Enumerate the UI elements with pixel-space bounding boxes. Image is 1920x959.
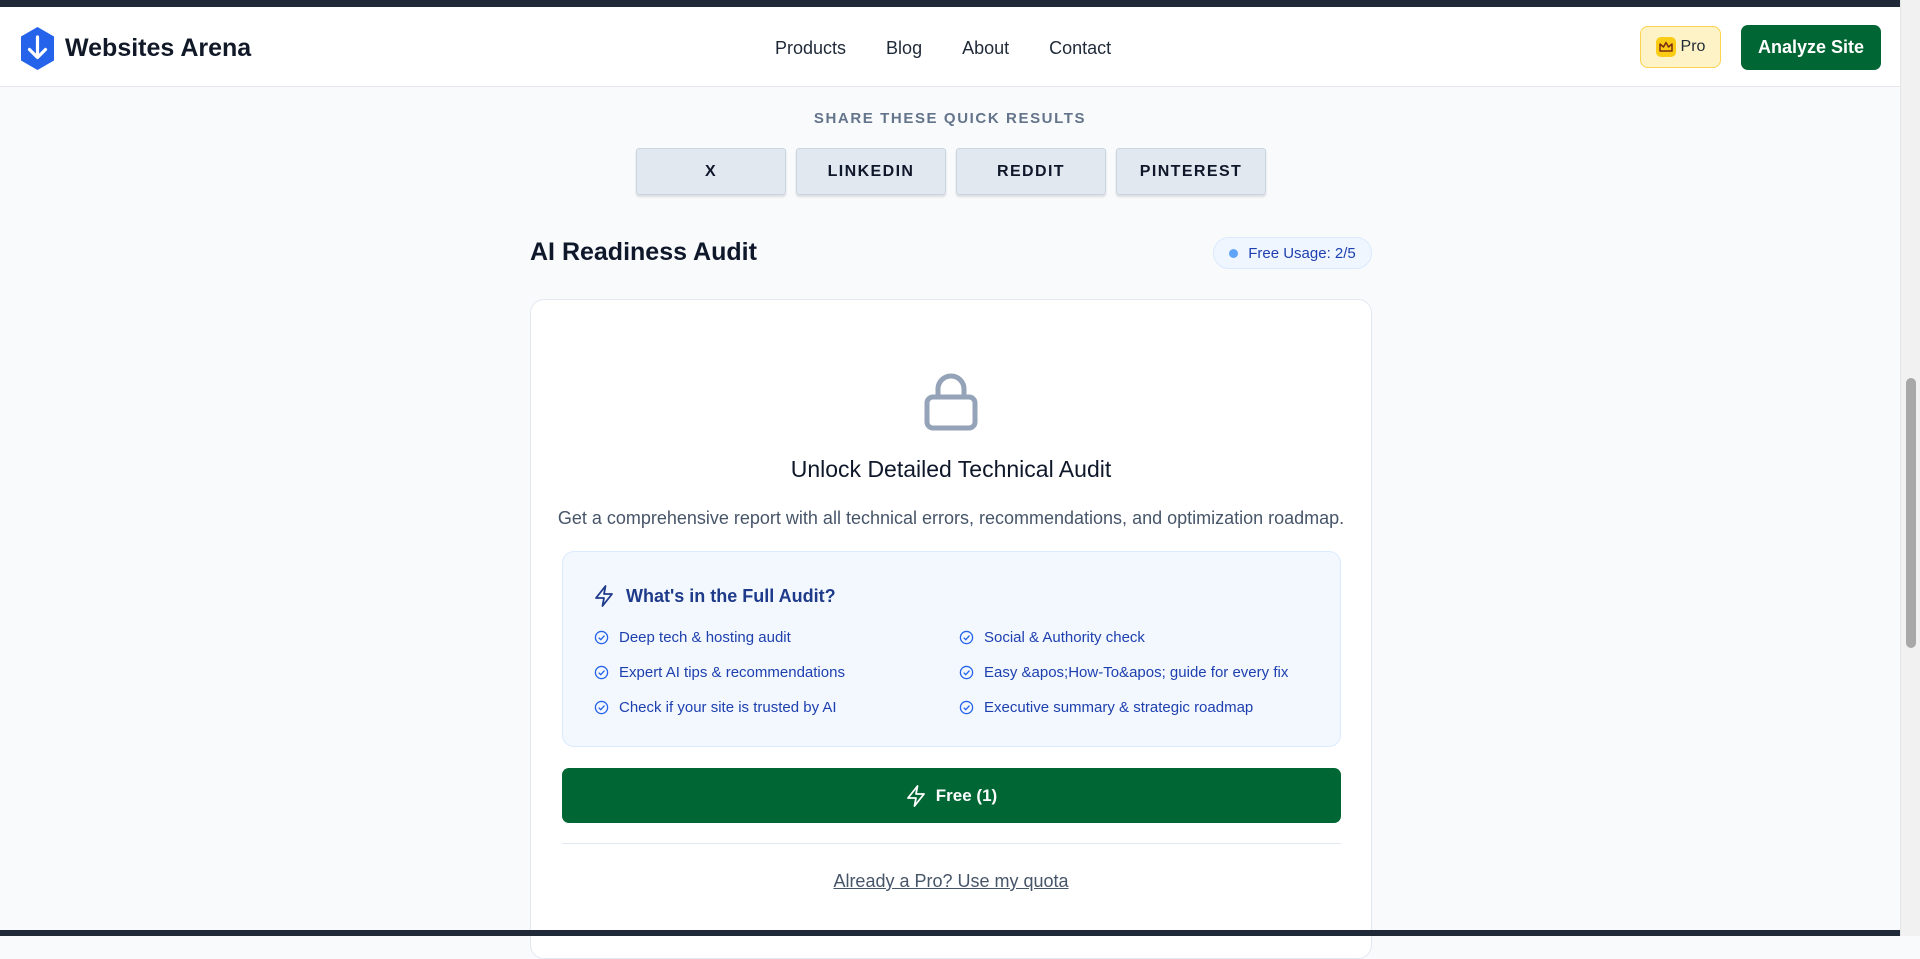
nav-about[interactable]: About: [962, 38, 1009, 59]
crown-icon: [1655, 37, 1676, 57]
feature-label: Easy &apos;How-To&apos; guide for every …: [984, 664, 1289, 681]
pro-button[interactable]: Pro: [1640, 26, 1721, 68]
logo-icon: [21, 27, 54, 70]
usage-badge: Free Usage: 2/5: [1213, 237, 1372, 269]
main-nav: Products Blog About Contact: [775, 38, 1111, 59]
analyze-site-button[interactable]: Analyze Site: [1741, 25, 1881, 70]
section-title: AI Readiness Audit: [530, 238, 757, 266]
scrollbar-thumb[interactable]: [1906, 378, 1916, 648]
share-reddit-button[interactable]: REDDIT: [956, 148, 1106, 195]
feature-item: Social & Authority check: [959, 629, 1145, 646]
check-circle-icon: [594, 630, 609, 645]
share-title: SHARE THESE QUICK RESULTS: [813, 110, 1087, 127]
bolt-icon: [595, 585, 613, 607]
features-box: What's in the Full Audit? Deep tech & ho…: [562, 551, 1341, 747]
feature-item: Deep tech & hosting audit: [594, 629, 791, 646]
lock-icon: [924, 373, 978, 431]
nav-products[interactable]: Products: [775, 38, 846, 59]
feature-label: Executive summary & strategic roadmap: [984, 699, 1254, 716]
feature-item: Executive summary & strategic roadmap: [959, 699, 1253, 716]
use-quota-link[interactable]: Already a Pro? Use my quota: [531, 871, 1371, 892]
check-circle-icon: [959, 700, 974, 715]
feature-label: Social & Authority check: [984, 629, 1145, 646]
feature-item: Check if your site is trusted by AI: [594, 699, 837, 716]
feature-label: Deep tech & hosting audit: [619, 629, 791, 646]
features-header: What's in the Full Audit?: [594, 585, 836, 607]
free-audit-button[interactable]: Free (1): [562, 768, 1341, 823]
usage-text: Free Usage: 2/5: [1248, 244, 1356, 262]
features-title: What's in the Full Audit?: [626, 585, 836, 606]
feature-item: Expert AI tips & recommendations: [594, 664, 845, 681]
free-button-label: Free (1): [935, 785, 998, 805]
nav-contact[interactable]: Contact: [1049, 38, 1111, 59]
feature-label: Expert AI tips & recommendations: [619, 664, 845, 681]
feature-label: Check if your site is trusted by AI: [619, 699, 837, 716]
brand-name: Websites Arena: [65, 34, 252, 62]
browser-bottom-strip: [0, 930, 1900, 936]
brand-link[interactable]: Websites Arena: [19, 26, 251, 71]
check-circle-icon: [594, 700, 609, 715]
feature-item: Easy &apos;How-To&apos; guide for every …: [959, 664, 1288, 681]
share-pinterest-button[interactable]: PINTEREST: [1116, 148, 1266, 195]
status-dot-icon: [1229, 248, 1239, 258]
share-buttons: X LINKEDIN REDDIT PINTEREST: [636, 148, 1266, 195]
site-header: Websites Arena Products Blog About Conta…: [0, 7, 1900, 87]
audit-card: Unlock Detailed Technical Audit Get a co…: [530, 299, 1372, 959]
browser-top-strip: [0, 0, 1900, 7]
card-title: Unlock Detailed Technical Audit: [790, 456, 1112, 482]
divider: [562, 843, 1341, 844]
check-circle-icon: [959, 630, 974, 645]
check-circle-icon: [594, 665, 609, 680]
nav-blog[interactable]: Blog: [886, 38, 922, 59]
check-circle-icon: [959, 665, 974, 680]
pro-label: Pro: [1680, 38, 1706, 55]
scrollbar[interactable]: [1900, 0, 1920, 936]
share-x-button[interactable]: X: [636, 148, 786, 195]
card-description: Get a comprehensive report with all tech…: [557, 508, 1345, 528]
share-linkedin-button[interactable]: LINKEDIN: [796, 148, 946, 195]
bolt-icon: [906, 784, 925, 807]
